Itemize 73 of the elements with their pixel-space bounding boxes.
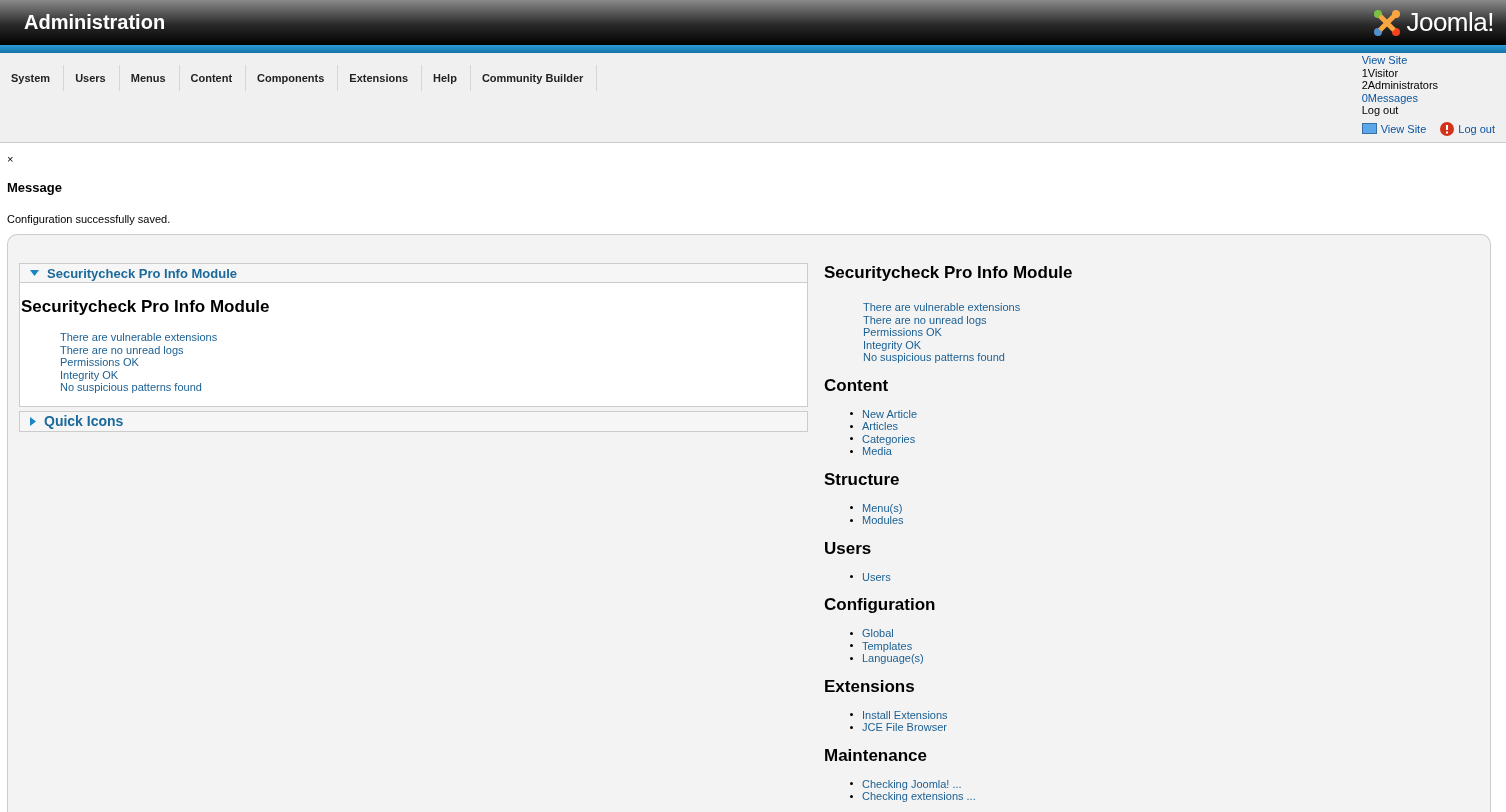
status-link[interactable]: There are vulnerable extensions	[863, 301, 1021, 314]
bullet-dot	[850, 412, 853, 416]
bullet-dot	[850, 437, 853, 441]
bullet-dot	[850, 725, 853, 729]
status-link[interactable]: View Site	[1361, 54, 1408, 67]
status-link[interactable]: Integrity OK	[863, 338, 922, 351]
menu-link[interactable]: New Article	[862, 407, 918, 420]
section-heading: Maintenance	[824, 745, 928, 766]
menu-item[interactable]: Users	[64, 65, 120, 91]
admin-title: Administration	[24, 11, 166, 34]
menu-link[interactable]: Language(s)	[862, 652, 924, 665]
section-heading: Extensions	[824, 676, 916, 697]
bullet-dot	[850, 449, 853, 453]
bullet-dot	[850, 506, 853, 510]
menu-link[interactable]: Menu(s)	[862, 501, 903, 514]
status-link[interactable]: Permissions OK	[863, 326, 942, 339]
section-heading: Configuration	[824, 595, 937, 615]
menu-item[interactable]: Menus	[119, 65, 180, 91]
bullet-dot	[850, 631, 853, 635]
status-link[interactable]: View Site	[1361, 121, 1427, 136]
module-heading: Securitycheck Pro Info Module	[21, 297, 271, 317]
accordion-header[interactable]: Securitycheck Pro Info Module	[20, 264, 807, 283]
accordion-header[interactable]: Quick Icons	[20, 411, 807, 431]
menu-link[interactable]: Users	[862, 570, 891, 583]
menu-item[interactable]: Content	[179, 65, 247, 91]
menu-item[interactable]: Extensions	[338, 65, 423, 91]
close-button[interactable]: ×	[7, 153, 14, 165]
status-link[interactable]: No suspicious patterns found	[863, 351, 1005, 364]
bullet-dot	[850, 713, 853, 717]
menu-link[interactable]: Checking extensions ...	[862, 790, 976, 803]
caret-right-icon	[30, 416, 36, 426]
caret-down-icon	[30, 270, 39, 276]
bullet-dot	[850, 575, 853, 579]
status-link[interactable]: Permissions OK	[60, 356, 139, 369]
menu-item[interactable]: Components	[246, 65, 339, 91]
menu-item[interactable]: Help	[422, 65, 471, 91]
alert-icon	[1440, 121, 1455, 136]
message-heading: Message	[7, 180, 63, 195]
bullet-dot	[850, 794, 853, 798]
message-text: Configuration successfully saved.	[7, 213, 172, 225]
menu-link[interactable]: Templates	[862, 639, 913, 652]
menu-link[interactable]: Global	[862, 627, 894, 640]
bullet-dot	[850, 644, 853, 648]
logo-icon	[1372, 7, 1403, 38]
status-link[interactable]: 0Messages	[1361, 91, 1418, 104]
status-link[interactable]: There are no unread logs	[60, 343, 184, 356]
status-link[interactable]: Log out	[1440, 121, 1495, 136]
status-text: Log out	[1361, 104, 1399, 117]
logo-text: Joomla!	[1406, 7, 1494, 38]
section-heading: Content	[824, 375, 890, 396]
status-link[interactable]: There are no unread logs	[863, 313, 987, 326]
status-link[interactable]: There are vulnerable extensions	[60, 331, 218, 344]
bullet-dot	[850, 782, 853, 786]
bullet-dot	[850, 656, 853, 660]
module-heading: Securitycheck Pro Info Module	[824, 263, 1073, 283]
bullet-dot	[850, 424, 853, 428]
status-text: 2Administrators	[1361, 79, 1439, 92]
menu-item[interactable]: Community Builder	[470, 65, 598, 91]
menu-item[interactable]: System	[0, 65, 65, 91]
menu-link[interactable]: Modules	[862, 514, 904, 527]
status-link[interactable]: Integrity OK	[60, 368, 119, 381]
menu-link[interactable]: Install Extensions	[862, 708, 948, 721]
menu-link[interactable]: Categories	[862, 432, 916, 445]
monitor-icon	[1361, 123, 1377, 134]
section-heading: Structure	[824, 469, 901, 490]
status-link[interactable]: No suspicious patterns found	[60, 381, 202, 394]
menu-link[interactable]: JCE File Browser	[862, 721, 947, 734]
menu-link[interactable]: Articles	[862, 420, 899, 433]
menu-link[interactable]: Checking Joomla! ...	[862, 777, 962, 790]
menu-link[interactable]: Media	[862, 445, 892, 458]
section-heading: Users	[824, 538, 873, 559]
status-text: 1Visitor	[1361, 66, 1399, 79]
bullet-dot	[850, 518, 853, 522]
